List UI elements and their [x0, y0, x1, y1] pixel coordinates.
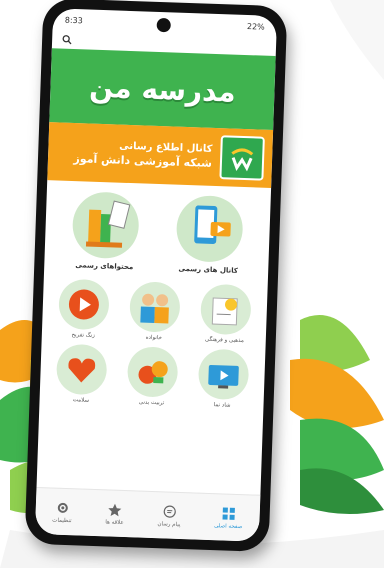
- channel-banner-text: کانال اطلاع رسانی شبکه آموزشی دانش آموز: [56, 138, 213, 170]
- books-icon: [71, 191, 140, 260]
- grid-item-label: مذهبی و فرهنگی: [204, 336, 244, 345]
- nav-label: تنظیمات: [52, 517, 72, 524]
- nav-home[interactable]: صفحه اصلی: [214, 506, 243, 530]
- brand-title: مدرسه من: [88, 70, 237, 109]
- phone-screen: 8:33 22% مدرسه من کانال اطلاع رسانی شبکه…: [34, 8, 278, 542]
- pen-certificate-icon: [199, 283, 252, 336]
- grid-item-play-clock[interactable]: زنگ تفریح: [48, 278, 121, 339]
- grid-item-label: خانواده: [145, 334, 163, 342]
- channel-banner-line2: شبکه آموزشی دانش آموز: [73, 152, 213, 170]
- grid-item-health[interactable]: سلامت: [45, 343, 118, 404]
- grid-item-label: زنگ تفریح: [71, 332, 95, 339]
- grid-icon: [222, 506, 235, 520]
- grid-item-label: شاد نما: [213, 402, 231, 409]
- grid-item-cultural[interactable]: مذهبی و فرهنگی: [189, 283, 262, 344]
- search-icon[interactable]: [62, 35, 72, 45]
- category-grid: زنگ تفریح خانواده مذهبی و فرهنگی سلامت ت…: [39, 268, 268, 410]
- grid-item-label: تربیت بدنی: [138, 399, 165, 407]
- tv-icon: [197, 348, 250, 401]
- app-promo-scene: 8:33 22% مدرسه من کانال اطلاع رسانی شبکه…: [0, 0, 384, 568]
- grid-item-label: سلامت: [72, 397, 90, 404]
- star-icon: [108, 503, 122, 516]
- phone-frame: 8:33 22% مدرسه من کانال اطلاع رسانی شبکه…: [24, 0, 288, 553]
- nav-favorites[interactable]: علاقه ها: [105, 502, 124, 526]
- nav-label: صفحه اصلی: [214, 522, 243, 530]
- nav-settings[interactable]: تنظیمات: [52, 500, 72, 524]
- main-item-official-content[interactable]: محتواهای رسمی: [59, 191, 152, 272]
- status-time: 8:33: [64, 15, 83, 25]
- bottom-nav: تنظیمات علاقه ها پیام رسان صفحه اصلی: [34, 486, 261, 542]
- nav-label: علاقه ها: [105, 518, 124, 526]
- channel-banner[interactable]: کانال اطلاع رسانی شبکه آموزشی دانش آموز: [47, 122, 274, 188]
- brand-banner: مدرسه من: [49, 48, 276, 130]
- chat-icon: [163, 505, 176, 518]
- sports-icon: [126, 346, 179, 398]
- family-icon: [129, 281, 181, 333]
- grid-item-tv[interactable]: شاد نما: [187, 348, 260, 409]
- main-items: محتواهای رسمی کانال های رسمی: [44, 180, 271, 276]
- nav-label: پیام رسان: [157, 520, 181, 528]
- gear-icon: [57, 502, 68, 513]
- video-channel-icon: [175, 194, 244, 263]
- play-clock-icon: [58, 278, 111, 331]
- grid-item-family[interactable]: خانواده: [118, 281, 191, 342]
- network-logo-icon: [219, 135, 265, 181]
- grid-item-sports[interactable]: تربیت بدنی: [116, 346, 189, 407]
- main-item-official-channels[interactable]: کانال های رسمی: [163, 194, 256, 275]
- status-battery: 22%: [246, 21, 265, 32]
- heart-health-icon: [56, 343, 108, 396]
- nav-messenger[interactable]: پیام رسان: [157, 504, 181, 528]
